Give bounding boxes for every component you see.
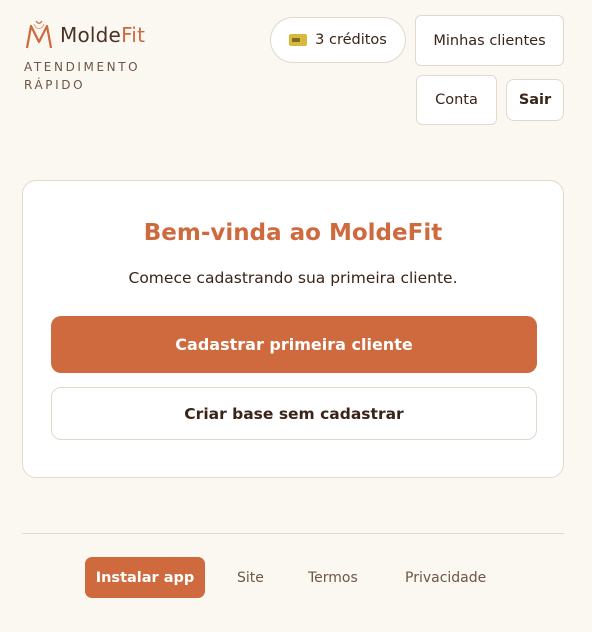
- brand-logo[interactable]: MoldeFit ATENDIMENTO RÁPIDO: [24, 18, 184, 94]
- welcome-title: Bem-vinda ao MoldeFit: [143, 220, 443, 246]
- brand-name: MoldeFit: [60, 23, 146, 47]
- credit-card-icon: [289, 34, 308, 46]
- moldefit-logo-icon: [25, 20, 53, 49]
- install-app-button[interactable]: Instalar app: [85, 557, 205, 598]
- footer: Instalar app Site Termos Privacidade: [0, 557, 592, 598]
- footer-divider: [22, 533, 564, 534]
- credits-button[interactable]: 3 créditos: [270, 17, 406, 63]
- create-base-without-register-button[interactable]: Criar base sem cadastrar: [51, 387, 537, 440]
- credits-label: 3 créditos: [315, 32, 387, 48]
- register-first-client-button[interactable]: Cadastrar primeira cliente: [51, 316, 537, 373]
- account-button[interactable]: Conta: [416, 75, 497, 125]
- privacy-link[interactable]: Privacidade: [405, 557, 486, 598]
- welcome-card: Bem-vinda ao MoldeFit Comece cadastrando…: [22, 180, 564, 478]
- my-clients-button[interactable]: Minhas clientes: [415, 15, 564, 66]
- welcome-subtitle: Comece cadastrando sua primeira cliente.: [128, 269, 458, 287]
- logout-button[interactable]: Sair: [506, 79, 564, 121]
- terms-link[interactable]: Termos: [308, 557, 358, 598]
- brand-tagline: ATENDIMENTO RÁPIDO: [24, 60, 141, 92]
- site-link[interactable]: Site: [237, 557, 264, 598]
